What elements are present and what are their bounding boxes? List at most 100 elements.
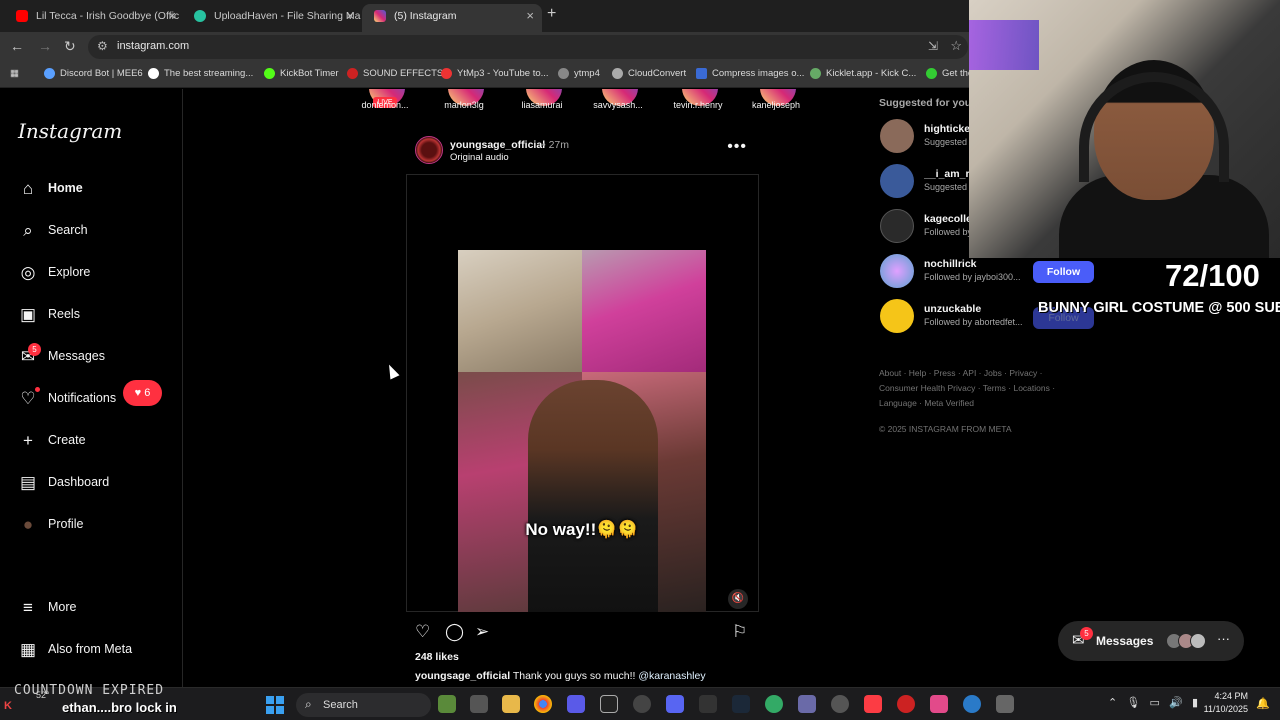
bookmark-item[interactable]: YtMp3 - YouTube to... bbox=[441, 68, 549, 79]
post-author-username[interactable]: youngsage_official bbox=[450, 139, 545, 151]
tab-youtube[interactable]: Lil Tecca - Irish Goodbye (Offic × bbox=[4, 4, 184, 32]
bookmark-label: CloudConvert bbox=[628, 68, 687, 79]
notification-bell-icon[interactable]: 🔔 bbox=[1256, 697, 1270, 710]
bookmark-item[interactable]: KickBot Timer bbox=[264, 68, 339, 79]
tab-uploadhaven[interactable]: UploadHaven - File Sharing Ma × bbox=[182, 4, 362, 32]
post-audio-link[interactable]: Original audio bbox=[450, 152, 509, 163]
apps-grid-icon[interactable]: ▦ bbox=[10, 68, 19, 79]
sidebar-item-home[interactable]: ⌂ Home bbox=[18, 177, 178, 201]
bookmark-item[interactable]: ytmp4 bbox=[558, 68, 600, 79]
search-icon: ⌕ bbox=[305, 697, 312, 711]
suggestion-avatar[interactable] bbox=[880, 119, 914, 153]
taskbar-app-icon[interactable] bbox=[996, 695, 1014, 713]
obs-icon[interactable] bbox=[633, 695, 651, 713]
site-info-icon[interactable]: ⚙ bbox=[97, 39, 108, 53]
install-app-icon[interactable]: ⇲ bbox=[928, 39, 938, 53]
taskbar-app-icon[interactable] bbox=[699, 695, 717, 713]
sidebar-item-reels[interactable]: ▣ Reels bbox=[18, 303, 178, 327]
sidebar-item-profile[interactable]: ● Profile bbox=[18, 513, 178, 537]
app-v-icon[interactable] bbox=[567, 695, 585, 713]
messages-pill[interactable]: ✉ 5 Messages ··· bbox=[1058, 621, 1244, 661]
caption-mention[interactable]: @karanashley bbox=[638, 670, 705, 682]
suggestion-username[interactable]: nochillrick bbox=[924, 258, 1014, 270]
story-item[interactable]: tevin.r.henry bbox=[658, 89, 738, 110]
save-bookmark-icon[interactable]: ⚐ bbox=[732, 622, 747, 642]
bookmark-item[interactable]: SOUND EFFECTS bbox=[347, 68, 443, 79]
taskbar-clock[interactable]: 4:24 PM 11/10/2025 bbox=[1200, 690, 1248, 716]
footer-links[interactable]: About · Help · Press · API · Jobs · Priv… bbox=[879, 366, 1079, 411]
taskbar-search[interactable]: ⌕ Search bbox=[296, 693, 431, 717]
search-icon: ⌕ bbox=[23, 221, 33, 240]
instagram-icon bbox=[374, 10, 386, 22]
address-text[interactable]: instagram.com bbox=[117, 40, 189, 52]
avatar: ● bbox=[22, 515, 34, 534]
taskbar-app-icon[interactable] bbox=[897, 695, 915, 713]
taskbar-app-icon[interactable] bbox=[765, 695, 783, 713]
reload-icon[interactable]: ↻ bbox=[64, 38, 76, 55]
taskbar-app-icon[interactable] bbox=[930, 695, 948, 713]
more-options-icon[interactable]: ••• bbox=[727, 138, 747, 156]
sidebar-item-search[interactable]: ⌕ Search bbox=[18, 219, 178, 243]
story-item[interactable]: kaneljoseph bbox=[736, 89, 816, 110]
sidebar-item-more[interactable]: ≡ More bbox=[18, 596, 178, 620]
sidebar-item-create[interactable]: + Create bbox=[18, 429, 178, 453]
file-explorer-icon[interactable] bbox=[502, 695, 520, 713]
bookmark-favicon bbox=[810, 68, 821, 79]
caption-username[interactable]: youngsage_official bbox=[415, 670, 510, 682]
messages-label: Messages bbox=[1096, 634, 1154, 648]
music-icon[interactable] bbox=[864, 695, 882, 713]
sidebar-item-notifications[interactable]: ♡ Notifications ♥ 6 bbox=[18, 380, 178, 411]
taskbar-app-icon[interactable] bbox=[963, 695, 981, 713]
suggestion-avatar[interactable] bbox=[880, 254, 914, 288]
back-icon[interactable]: ← bbox=[10, 38, 24, 54]
close-icon[interactable]: × bbox=[168, 4, 176, 28]
story-item[interactable]: liasamurai bbox=[502, 89, 582, 110]
task-view-icon[interactable] bbox=[470, 695, 488, 713]
likes-count[interactable]: 248 likes bbox=[415, 651, 459, 663]
suggestion-avatar[interactable] bbox=[880, 209, 914, 243]
suggestion-avatar[interactable] bbox=[880, 164, 914, 198]
address-bar[interactable]: ⚙ instagram.com ⇲ ☆ bbox=[88, 35, 968, 59]
muted-speaker-icon[interactable]: 🔇 bbox=[728, 589, 748, 609]
like-heart-icon[interactable]: ♡ bbox=[415, 622, 430, 642]
bookmark-item[interactable]: Get the bbox=[926, 68, 973, 79]
windows-start-icon[interactable] bbox=[266, 696, 284, 714]
forward-icon[interactable]: → bbox=[38, 38, 52, 54]
system-tray[interactable]: ⌃ 🎙 ▭ 🔊 ▮ bbox=[1108, 696, 1198, 709]
new-tab-button[interactable]: + bbox=[547, 5, 556, 23]
reel-video[interactable]: No way!!🫠🫠 bbox=[458, 250, 706, 612]
bookmark-item[interactable]: CloudConvert bbox=[612, 68, 686, 79]
steam-icon[interactable] bbox=[732, 695, 750, 713]
story-item[interactable]: marlon3lg bbox=[424, 89, 504, 110]
chrome-icon[interactable] bbox=[534, 695, 552, 713]
sidebar-item-explore[interactable]: ◎ Explore bbox=[18, 261, 178, 285]
bookmark-item[interactable]: Kicklet.app - Kick C... bbox=[810, 68, 916, 79]
sidebar-item-dashboard[interactable]: ▤ Dashboard bbox=[18, 471, 178, 495]
discord-icon[interactable] bbox=[666, 695, 684, 713]
tab-instagram[interactable]: (5) Instagram × bbox=[362, 4, 542, 32]
game-controller-icon[interactable] bbox=[798, 695, 816, 713]
comment-icon[interactable]: ◯ bbox=[445, 622, 464, 642]
follow-button[interactable]: Follow bbox=[1033, 261, 1094, 283]
weather-widget[interactable]: 52° bbox=[36, 690, 50, 700]
story-item[interactable]: savvysash... bbox=[578, 89, 658, 110]
capcut-icon[interactable] bbox=[600, 695, 618, 713]
instagram-logo[interactable]: Instagram bbox=[18, 119, 122, 143]
conversation-avatars bbox=[1166, 633, 1206, 654]
share-icon[interactable]: ➢ bbox=[475, 622, 489, 642]
close-icon[interactable]: × bbox=[346, 4, 354, 28]
taskbar-app-icon[interactable] bbox=[438, 695, 456, 713]
sidebar-item-messages[interactable]: ✉ 5 Messages bbox=[18, 343, 178, 369]
bookmark-item[interactable]: The best streaming... bbox=[148, 68, 253, 79]
more-options-icon[interactable]: ··· bbox=[1217, 631, 1230, 646]
story-item[interactable]: LIVE donlemon... bbox=[345, 89, 425, 110]
bookmark-star-icon[interactable]: ☆ bbox=[950, 38, 962, 54]
settings-gear-icon[interactable] bbox=[831, 695, 849, 713]
close-icon[interactable]: × bbox=[526, 4, 534, 28]
bookmark-item[interactable]: Discord Bot | MEE6 bbox=[44, 68, 143, 79]
post-author-avatar[interactable] bbox=[415, 136, 443, 164]
sidebar-item-also-from-meta[interactable]: ▦ Also from Meta bbox=[18, 638, 178, 662]
bookmark-item[interactable]: Compress images o... bbox=[696, 68, 804, 79]
suggestion-avatar[interactable] bbox=[880, 299, 914, 333]
suggestion-username[interactable]: unzuckable bbox=[924, 303, 1014, 315]
